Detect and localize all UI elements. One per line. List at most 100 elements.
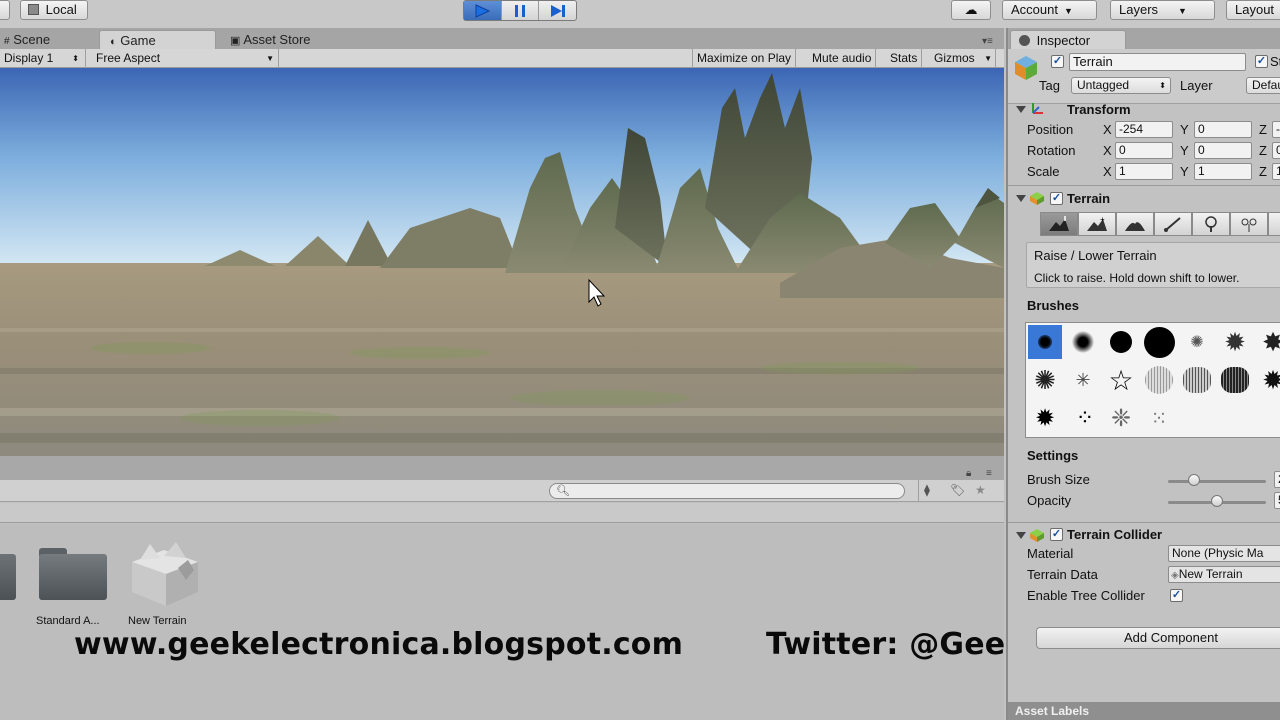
brush-size-slider-knob[interactable]: [1188, 474, 1201, 486]
axis-x-label: X: [1103, 122, 1112, 137]
panel-menu-icon[interactable]: ≡: [986, 468, 992, 479]
brush-grain[interactable]: [1142, 363, 1176, 397]
asset-label: New Terrain: [128, 615, 187, 627]
brush-dark-blob[interactable]: ✹: [1256, 363, 1280, 397]
brush-splatter-medium[interactable]: ✹: [1218, 325, 1252, 359]
pause-button[interactable]: [502, 1, 540, 20]
paint-details-tool-button[interactable]: [1230, 212, 1268, 236]
collapse-arrow-icon[interactable]: [1016, 195, 1026, 202]
brush-star-burst[interactable]: ✳: [1066, 363, 1100, 397]
rotation-x-field[interactable]: 0: [1115, 142, 1173, 159]
brush-round-large[interactable]: [1104, 325, 1138, 359]
brush-spiky-blob[interactable]: ✹: [1028, 401, 1062, 435]
display-dropdown[interactable]: Display 1 ⬍: [0, 49, 86, 68]
account-dropdown[interactable]: Account ▼: [1002, 0, 1097, 20]
tab-asset-store[interactable]: ▣ Asset Store: [220, 30, 321, 49]
filter-by-label-icon[interactable]: 🏷︎: [950, 483, 965, 497]
main-toolbar: Local ☁ Account ▼ Layers ▼ Layout: [0, 0, 1280, 28]
position-y-field[interactable]: 0: [1194, 121, 1252, 138]
scale-y-field[interactable]: 1: [1194, 163, 1252, 180]
static-checkbox[interactable]: ✓: [1255, 55, 1268, 68]
tab-scene[interactable]: # Scene: [0, 30, 60, 49]
panel-menu-icon[interactable]: ▾≡: [982, 36, 993, 47]
raise-lower-tool-button[interactable]: [1040, 212, 1078, 236]
dropdown-arrow-icon: ▼: [266, 54, 274, 63]
terrain-component-icon: [1029, 190, 1045, 209]
tab-inspector[interactable]: Inspector: [1010, 30, 1126, 49]
pivot-toggle-button[interactable]: [0, 0, 10, 20]
axis-y-label: Y: [1180, 164, 1189, 179]
aspect-dropdown[interactable]: Free Aspect ▼: [89, 49, 279, 68]
opacity-field[interactable]: 5: [1274, 492, 1280, 509]
tab-inspector-label: Inspector: [1036, 33, 1091, 48]
place-trees-tool-button[interactable]: [1192, 212, 1230, 236]
brush-star[interactable]: ☆: [1104, 363, 1138, 397]
tree-collider-checkbox[interactable]: ✓: [1170, 589, 1183, 602]
asset-new-terrain[interactable]: [126, 540, 204, 608]
paint-height-tool-button[interactable]: +: [1078, 212, 1116, 236]
asset-folder-standard-assets[interactable]: [39, 548, 107, 600]
material-object-field[interactable]: None (Physic Ma: [1168, 545, 1280, 562]
layer-dropdown[interactable]: Default: [1246, 77, 1280, 94]
cloud-button[interactable]: ☁: [951, 0, 991, 20]
favorites-star-icon[interactable]: ★: [975, 483, 986, 497]
local-label: Local: [45, 2, 77, 17]
add-component-button[interactable]: Add Component: [1036, 627, 1280, 649]
rotation-z-field[interactable]: 0: [1272, 142, 1280, 159]
brush-dots[interactable]: ⁘: [1066, 401, 1100, 435]
terrain-data-object-field[interactable]: ◈New Terrain: [1168, 566, 1280, 583]
gizmos-dropdown[interactable]: Gizmos ▼: [930, 49, 996, 68]
position-z-field[interactable]: -: [1272, 121, 1280, 138]
project-search-input[interactable]: 🔍︎: [549, 483, 905, 499]
position-x-field[interactable]: -254: [1115, 121, 1173, 138]
opacity-slider-knob[interactable]: [1211, 495, 1223, 507]
terrain-settings-tool-button[interactable]: ⚙: [1268, 212, 1280, 236]
mute-audio-toggle[interactable]: Mute audio: [808, 49, 877, 68]
brush-streaks[interactable]: [1180, 363, 1214, 397]
folder-icon[interactable]: [0, 554, 16, 600]
watermark-url: www.geekelectronica.blogspot.com: [74, 627, 684, 662]
paint-height-icon: +: [1087, 216, 1107, 231]
stats-toggle[interactable]: Stats: [886, 49, 923, 68]
brush-round-xlarge[interactable]: [1142, 325, 1176, 359]
project-toolbar: 🔍︎ ⧫ 🏷︎ ★: [0, 480, 1004, 502]
terrain-enabled-checkbox[interactable]: ✓: [1050, 192, 1063, 205]
brush-dense-streaks[interactable]: [1218, 363, 1252, 397]
aspect-label: Free Aspect: [96, 51, 161, 65]
display-label: Display 1: [4, 51, 54, 65]
layers-dropdown[interactable]: Layers ▼: [1110, 0, 1215, 20]
brush-splatter-small[interactable]: ✺: [1180, 325, 1214, 359]
active-checkbox[interactable]: ✓: [1051, 55, 1064, 68]
asset-labels-bar[interactable]: Asset Labels: [1008, 702, 1280, 720]
object-name-input[interactable]: Terrain: [1069, 53, 1246, 71]
opacity-label: Opacity: [1027, 493, 1072, 508]
scale-z-field[interactable]: 1: [1272, 163, 1280, 180]
brush-rough-blob[interactable]: ✺: [1028, 363, 1062, 397]
layout-dropdown[interactable]: Layout: [1226, 0, 1280, 20]
tab-game[interactable]: ◐ Game: [99, 30, 216, 49]
smooth-height-tool-button[interactable]: [1116, 212, 1154, 236]
game-view-render[interactable]: [0, 68, 1004, 456]
play-button[interactable]: [464, 1, 502, 20]
brush-size-slider[interactable]: [1168, 480, 1266, 483]
brush-splatter-large[interactable]: ✸: [1256, 325, 1280, 359]
tag-dropdown[interactable]: Untagged ⬍: [1071, 77, 1171, 94]
lock-icon[interactable]: 🔒︎: [966, 468, 971, 479]
paint-texture-tool-button[interactable]: [1154, 212, 1192, 236]
tag-label: Tag: [1039, 78, 1060, 93]
filter-by-type-icon[interactable]: ⧫: [924, 483, 930, 497]
collider-enabled-checkbox[interactable]: ✓: [1050, 528, 1063, 541]
step-button[interactable]: [539, 1, 576, 20]
brush-size-field[interactable]: 2: [1274, 471, 1280, 488]
brush-scatter[interactable]: ⁙: [1142, 401, 1176, 435]
scale-x-field[interactable]: 1: [1115, 163, 1173, 180]
collapse-arrow-icon[interactable]: [1016, 106, 1026, 113]
brush-soft-round-small[interactable]: [1028, 325, 1062, 359]
collapse-arrow-icon[interactable]: [1016, 532, 1026, 539]
maximize-on-play-toggle[interactable]: Maximize on Play: [692, 49, 797, 68]
brush-soft-round-medium[interactable]: [1066, 325, 1100, 359]
local-toggle-button[interactable]: Local: [20, 0, 88, 20]
updown-arrow-icon: ⬍: [1159, 81, 1166, 90]
rotation-y-field[interactable]: 0: [1194, 142, 1252, 159]
brush-speckle[interactable]: ❈: [1104, 401, 1138, 435]
